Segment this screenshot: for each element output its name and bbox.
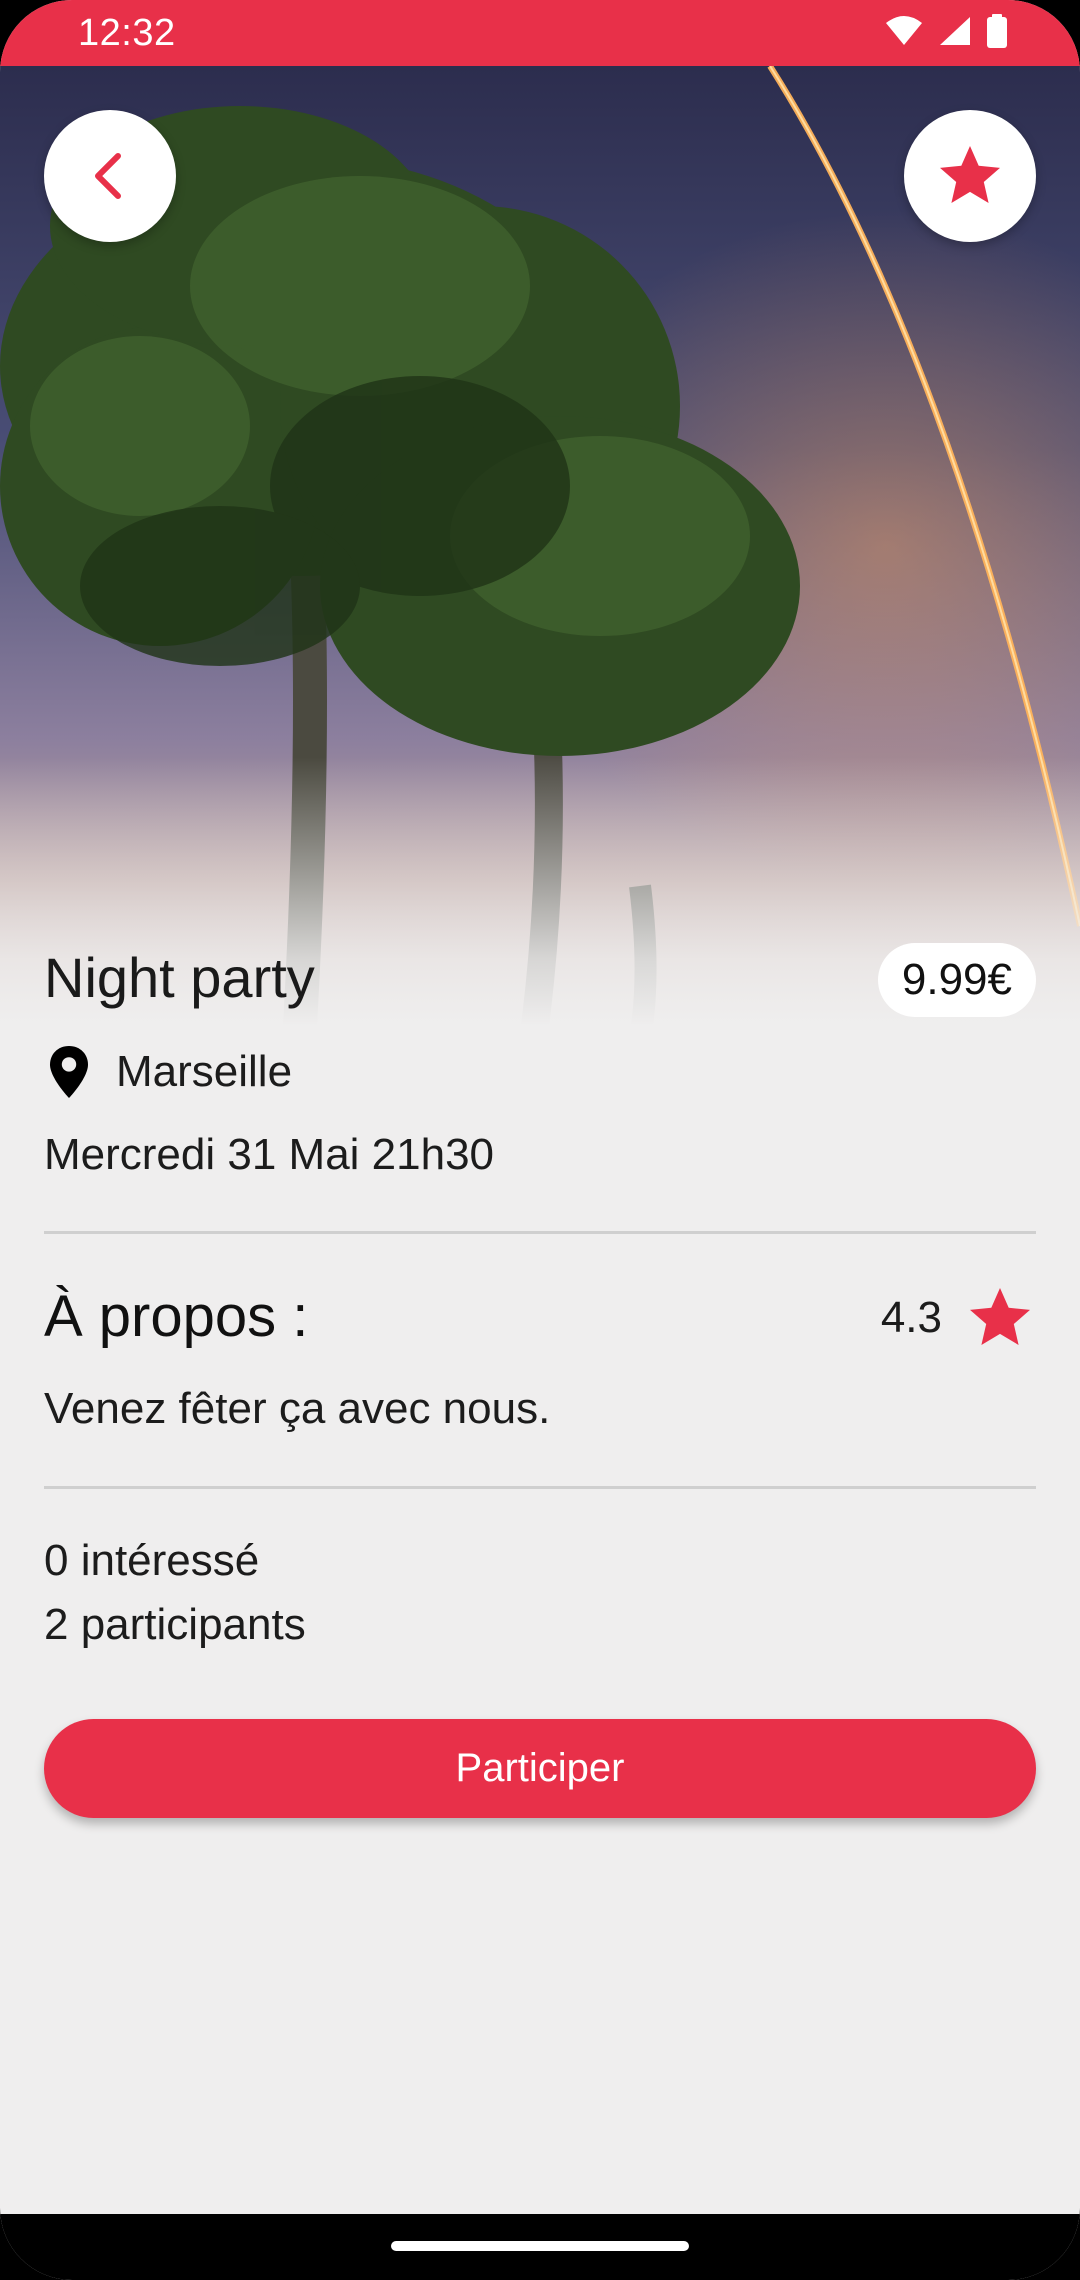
status-bar: 12:32 (0, 0, 1080, 66)
signal-icon (940, 17, 970, 45)
participate-button[interactable]: Participer (44, 1719, 1036, 1818)
price-badge: 9.99€ (877, 943, 1036, 1017)
location-label: Marseille (116, 1047, 293, 1096)
event-title: Night party (44, 946, 315, 1009)
divider (44, 1486, 1036, 1489)
event-location: Marseille (44, 1044, 292, 1100)
star-icon (940, 146, 1000, 203)
event-rating: 4.3 (881, 1282, 1036, 1354)
back-button[interactable] (44, 110, 176, 242)
rating-value: 4.3 (880, 1293, 942, 1342)
about-heading: À propos : (44, 1284, 309, 1349)
event-date: Mercredi 31 Mai 21h30 (44, 1130, 495, 1179)
home-gesture-handle[interactable] (391, 2241, 689, 2251)
interested-count: 0 intéressé (44, 1536, 260, 1585)
event-detail-screen: 12:32 Night party 9.99€ Marseille Mercre… (0, 0, 1080, 2280)
chevron-left-icon (95, 153, 121, 199)
favorite-button[interactable] (904, 110, 1036, 242)
star-icon (970, 1288, 1030, 1345)
wifi-icon (886, 16, 922, 45)
battery-icon (987, 14, 1007, 48)
divider (44, 1231, 1036, 1234)
map-pin-icon (50, 1046, 88, 1098)
event-description: Venez fêter ça avec nous. (44, 1384, 551, 1433)
status-icons (884, 14, 1008, 48)
participants-count: 2 participants (44, 1600, 306, 1649)
status-time: 12:32 (78, 12, 176, 54)
